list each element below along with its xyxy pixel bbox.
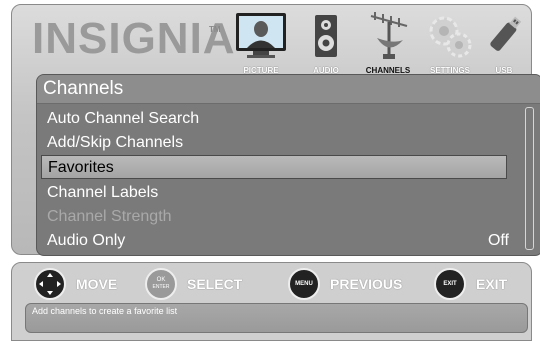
ok-enter-icon: OK ENTER — [145, 268, 177, 300]
channels-menu-panel: Channels Auto Channel Search Add/Skip Ch… — [36, 74, 540, 256]
menu-scrollbar[interactable] — [525, 107, 534, 250]
menu-item-label: Audio Only — [47, 232, 126, 249]
menu-item-label: Add/Skip Channels — [47, 134, 184, 151]
speaker-icon — [301, 9, 351, 63]
menu-item-channel-labels[interactable]: Channel Labels — [41, 181, 507, 205]
legend-exit: EXIT EXIT — [434, 268, 508, 300]
menu-item-label: Favorites — [48, 159, 114, 176]
menu-item-add-skip-channels[interactable]: Add/Skip Channels — [41, 131, 507, 155]
menu-item-label: Channel Labels — [47, 184, 159, 201]
legend-previous: MENU PREVIOUS — [288, 268, 403, 300]
menu-item-channel-strength: Channel Strength — [41, 205, 507, 229]
legend-label: SELECT — [187, 276, 243, 292]
legend-select: OK ENTER SELECT — [145, 268, 243, 300]
usb-drive-icon — [482, 9, 526, 63]
brand-logo: INSIGNIA — [32, 14, 236, 63]
picture-icon — [231, 9, 291, 63]
tab-channels[interactable]: CHANNELS — [357, 9, 419, 77]
menu-item-favorites[interactable]: Favorites — [41, 155, 507, 179]
tab-audio[interactable]: AUDIO — [301, 9, 351, 77]
legend-move: MOVE — [34, 268, 118, 300]
dpad-icon — [34, 268, 66, 300]
exit-icon: EXIT — [434, 268, 466, 300]
trademark-mark: TM — [209, 25, 221, 34]
tab-picture[interactable]: PICTURE — [231, 9, 291, 77]
audio-only-value: Off — [487, 232, 509, 249]
antenna-icon — [357, 9, 419, 63]
menu-item-audio-only[interactable]: Audio Only Off — [41, 229, 509, 253]
menu-item-label: Auto Channel Search — [47, 110, 200, 127]
menu-icon: MENU — [288, 268, 320, 300]
help-message: Add channels to create a favorite list — [25, 303, 528, 333]
legend-label: EXIT — [476, 276, 508, 292]
tab-usb[interactable]: USB — [482, 9, 526, 77]
legend-label: PREVIOUS — [330, 276, 403, 292]
tab-settings[interactable]: SETTINGS — [422, 9, 478, 77]
gears-icon — [422, 9, 478, 63]
menu-item-auto-channel-search[interactable]: Auto Channel Search — [41, 107, 507, 131]
osd-top-frame: INSIGNIA TM PICTURE AUDIO CHANNELS SETTI… — [11, 4, 540, 256]
legend-label: MOVE — [76, 276, 118, 292]
help-bar: MOVE OK ENTER SELECT MENU PREVIOUS EXIT … — [11, 262, 532, 341]
menu-title: Channels — [37, 75, 540, 104]
menu-item-label: Channel Strength — [47, 208, 172, 225]
